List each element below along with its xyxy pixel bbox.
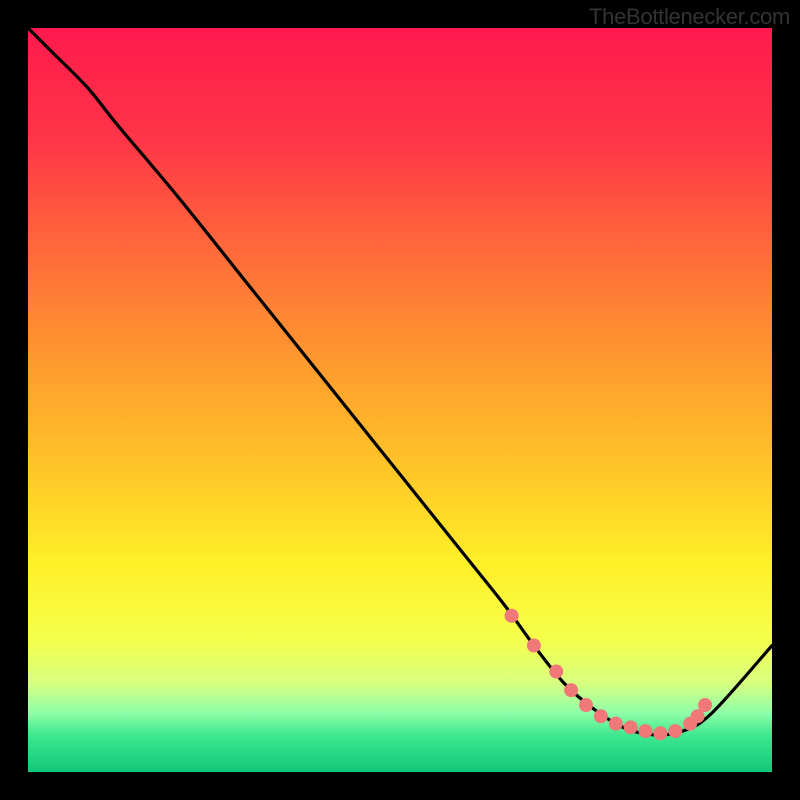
data-point [639,724,653,738]
data-point [549,665,563,679]
data-point [698,698,712,712]
data-point [653,726,667,740]
gradient-background [28,28,772,772]
data-point [564,683,578,697]
attribution-text: TheBottlenecker.com [589,4,790,30]
chart-svg [28,28,772,772]
data-point [609,717,623,731]
data-point [668,724,682,738]
data-point [505,609,519,623]
data-point [579,698,593,712]
data-point [527,639,541,653]
data-point [624,720,638,734]
plot-frame [28,28,772,772]
data-point [594,709,608,723]
